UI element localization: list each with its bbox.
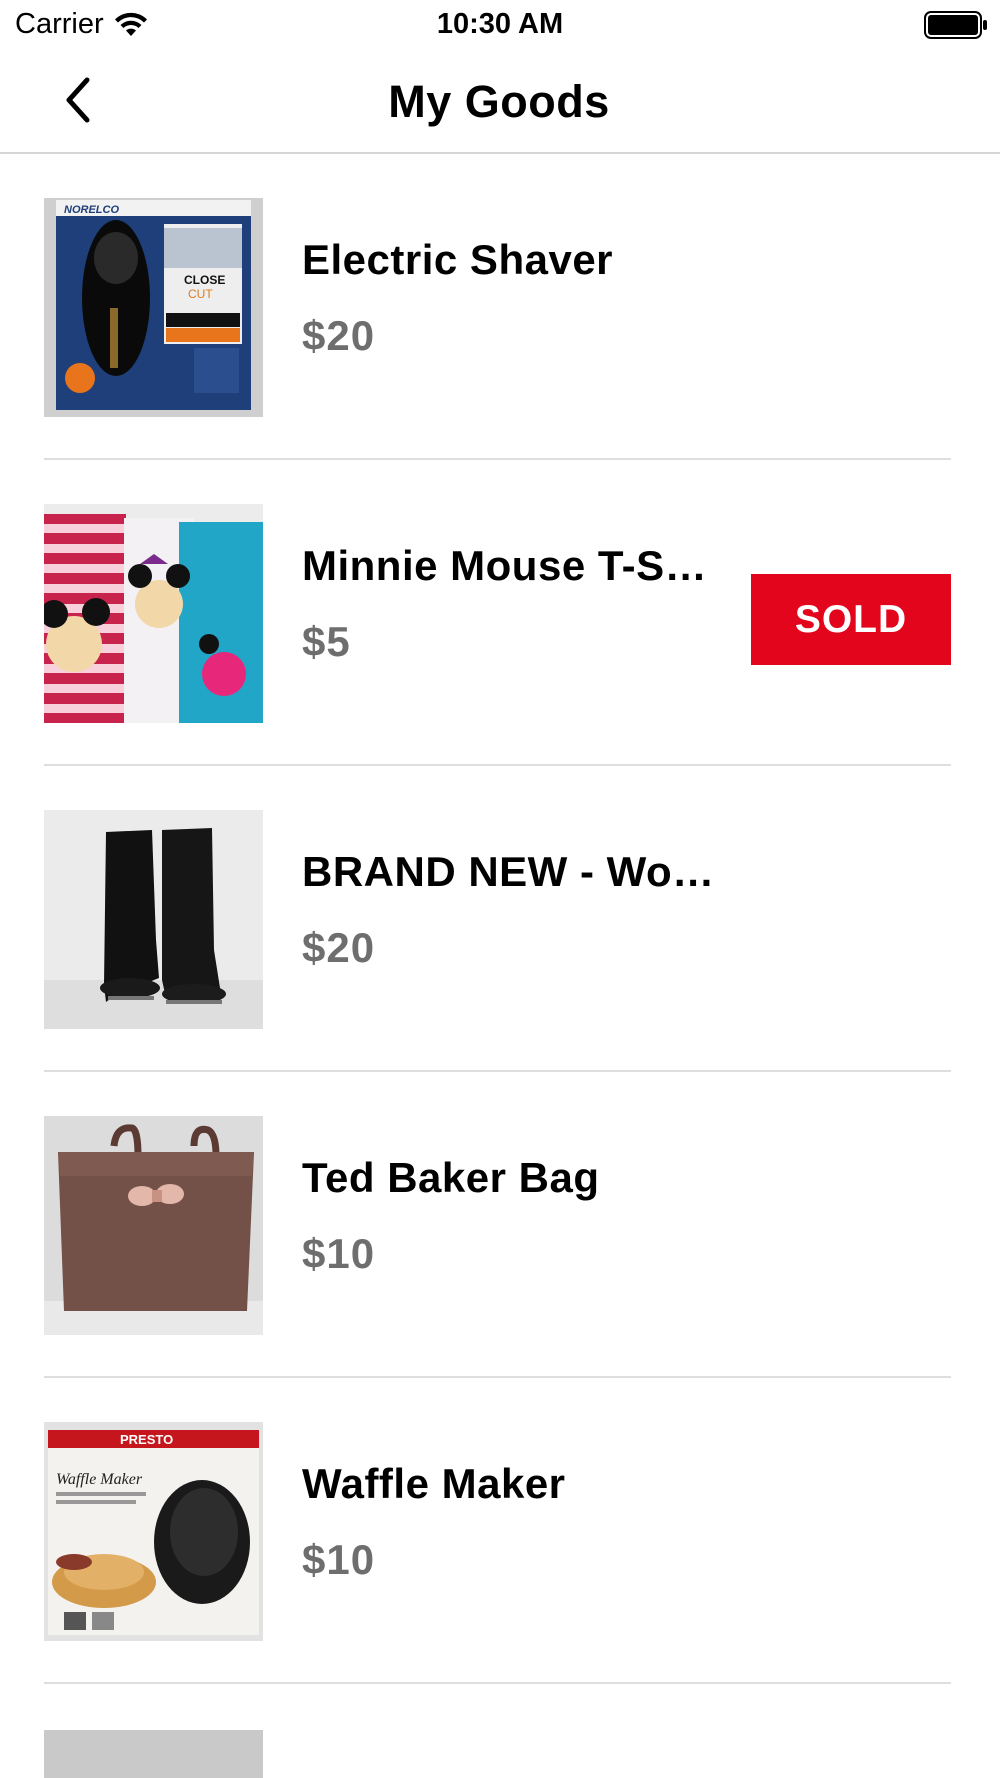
svg-text:Waffle Maker: Waffle Maker <box>56 1471 143 1488</box>
list-item[interactable]: Ted Baker Bag $10 <box>0 1072 1000 1378</box>
svg-text:CUT: CUT <box>188 287 213 301</box>
page-title: My Goods <box>388 76 610 127</box>
item-title: Ted Baker Bag <box>302 1154 600 1201</box>
item-title: Minnie Mouse T-S… <box>302 542 708 589</box>
svg-text:CLOSE: CLOSE <box>184 273 225 287</box>
sold-badge: SOLD <box>751 574 951 665</box>
item-title: Electric Shaver <box>302 236 614 283</box>
black-boots-photo <box>44 810 263 1029</box>
item-price: $20 <box>302 312 376 359</box>
ted-baker-bag-photo <box>44 1116 263 1335</box>
row-divider <box>44 1682 951 1684</box>
list-item[interactable]: Minnie Mouse T-S… $5 SOLD <box>0 460 1000 766</box>
goods-list: NORELCO CLOSE CUT Electric Shaver $20 Mi… <box>0 154 1000 1684</box>
item-price: $10 <box>302 1536 376 1583</box>
status-time: 10:30 AM <box>436 8 564 40</box>
item-title: Waffle Maker <box>302 1460 566 1507</box>
minnie-mouse-tshirts-photo <box>44 504 263 723</box>
navigation-bar: My Goods <box>0 50 1000 154</box>
partial-item-thumbnail <box>44 1730 263 1778</box>
item-title: BRAND NEW - Wo… <box>302 848 715 895</box>
list-item[interactable]: PRESTO Waffle Maker Waffle Maker $10 <box>0 1378 1000 1684</box>
status-bar: Carrier 10:30 AM <box>0 0 1000 50</box>
list-item[interactable]: BRAND NEW - Wo… $20 <box>0 766 1000 1072</box>
item-price: $20 <box>302 924 376 971</box>
item-price: $10 <box>302 1230 376 1277</box>
electric-shaver-photo: NORELCO CLOSE CUT <box>44 198 263 417</box>
battery-icon <box>924 11 987 39</box>
item-price: $5 <box>302 618 351 665</box>
svg-text:PRESTO: PRESTO <box>120 1432 173 1447</box>
waffle-maker-photo: PRESTO Waffle Maker <box>44 1422 263 1641</box>
svg-text:NORELCO: NORELCO <box>64 204 119 216</box>
list-item[interactable]: NORELCO CLOSE CUT Electric Shaver $20 <box>0 154 1000 460</box>
